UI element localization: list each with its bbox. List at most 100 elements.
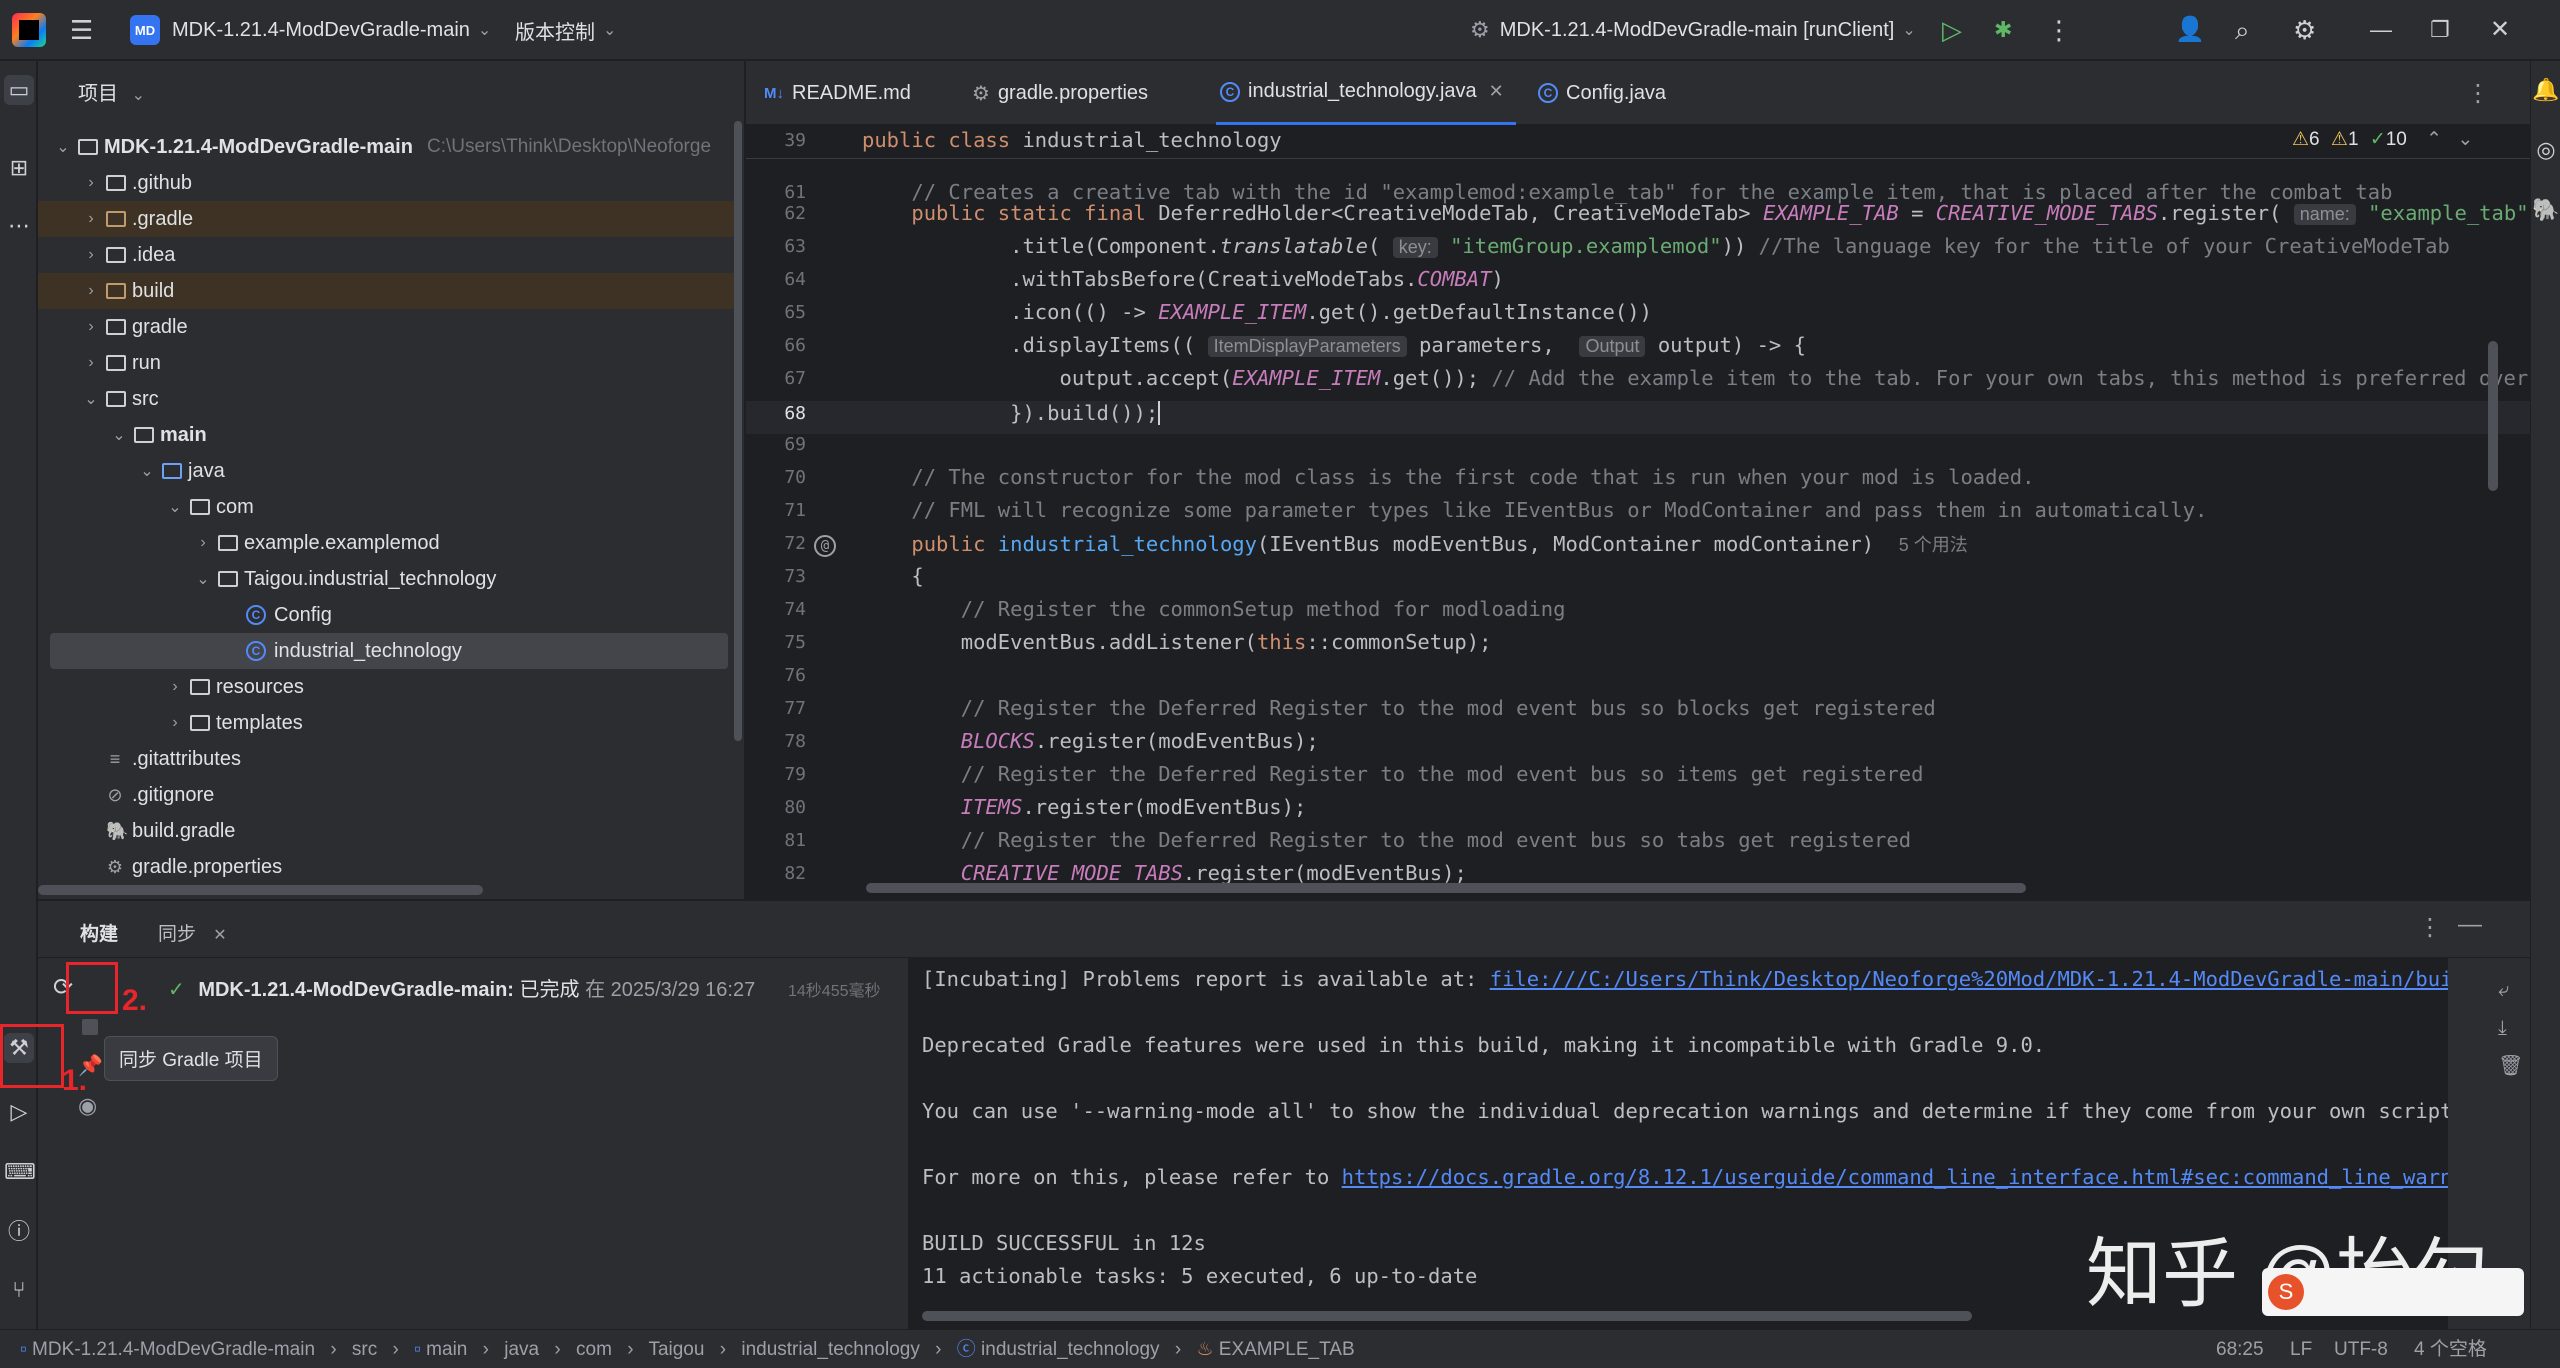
tree-item[interactable]: ⌄ java: [38, 453, 738, 489]
tree-item[interactable]: ⌄ main: [38, 417, 738, 453]
breadcrumb-item[interactable]: com: [576, 1339, 612, 1360]
tab-gradle-properties[interactable]: ⚙ gradle.properties: [972, 61, 1148, 125]
indent-setting[interactable]: 4 个空格: [2414, 1330, 2487, 1368]
tree-item[interactable]: › .gradle: [38, 201, 738, 237]
tree-item[interactable]: › .idea: [38, 237, 738, 273]
tree-item[interactable]: › resources: [38, 669, 738, 705]
line-number: 74: [784, 599, 806, 620]
run-config-selector[interactable]: ⚙ MDK-1.21.4-ModDevGradle-main [runClien…: [1470, 0, 1916, 60]
soft-wrap-icon[interactable]: ⤶: [2498, 979, 2509, 1002]
tab-sync[interactable]: 同步 ✕: [158, 919, 227, 946]
tab-build[interactable]: 构建: [80, 919, 118, 946]
run-icon[interactable]: ▷: [1942, 0, 1978, 60]
file-encoding[interactable]: UTF-8: [2334, 1330, 2388, 1368]
ai-assistant-icon[interactable]: ◎: [2531, 135, 2560, 165]
tree-item[interactable]: ≡ .gitattributes: [38, 741, 738, 777]
vcs-menu[interactable]: 版本控制 ⌄: [515, 0, 616, 60]
tree-item[interactable]: 🐘 build.gradle: [38, 813, 738, 849]
tree-item[interactable]: › gradle: [38, 309, 738, 345]
console-line: 11 actionable tasks: 5 executed, 6 up-to…: [922, 1264, 1478, 1288]
tree-item[interactable]: › templates: [38, 705, 738, 741]
tab-readme[interactable]: M↓ README.md: [764, 61, 911, 125]
git-icon[interactable]: ⑂: [4, 1275, 34, 1305]
horizontal-scrollbar[interactable]: [922, 1311, 1972, 1321]
usages-hint[interactable]: 5 个用法: [1899, 535, 1968, 555]
app-logo[interactable]: [12, 0, 46, 60]
breadcrumb-item[interactable]: MDK-1.21.4-ModDevGradle-main: [32, 1339, 315, 1360]
breadcrumb-item[interactable]: java: [504, 1339, 539, 1360]
notifications-bell-icon[interactable]: 🔔: [2531, 75, 2560, 105]
chevron-up-icon[interactable]: ⌃: [2426, 129, 2442, 150]
breadcrumb-item[interactable]: Taigou: [648, 1339, 704, 1360]
ime-toolbar[interactable]: S: [2262, 1268, 2524, 1316]
tree-item[interactable]: › build: [38, 273, 738, 309]
more-tools-icon[interactable]: ⋯: [4, 211, 34, 241]
tree-item-selected[interactable]: C industrial_technology: [50, 633, 728, 669]
project-switcher[interactable]: MD MDK-1.21.4-ModDevGradle-main ⌄: [130, 0, 491, 60]
inspection-widget[interactable]: ⚠6 ⚠1 ✓10 ⌃ ⌄: [2292, 128, 2473, 151]
chevron-down-icon[interactable]: ⌄: [2457, 129, 2473, 150]
line-number: 39: [784, 130, 806, 151]
breadcrumb-item[interactable]: main: [426, 1339, 467, 1360]
tree-item[interactable]: C Config: [38, 597, 738, 633]
horizontal-scrollbar[interactable]: [866, 883, 2026, 893]
clear-trash-icon[interactable]: 🗑: [2498, 1053, 2523, 1078]
add-user-icon[interactable]: 👤: [2175, 0, 2215, 60]
vertical-scrollbar[interactable]: [734, 121, 742, 741]
problems-icon[interactable]: ⓘ: [4, 1217, 34, 1247]
run-services-icon[interactable]: ▷: [4, 1097, 34, 1127]
task-title: MDK-1.21.4-ModDevGradle-main:: [198, 979, 514, 1001]
hide-panel-icon[interactable]: —: [2458, 911, 2482, 939]
structure-icon[interactable]: ⊞: [4, 153, 34, 183]
tab-close-icon[interactable]: ✕: [1489, 81, 1504, 102]
tree-item[interactable]: › example.examplemod: [38, 525, 738, 561]
tree-item[interactable]: ⚙ gradle.properties: [38, 849, 738, 885]
minimize-icon[interactable]: —: [2370, 0, 2410, 60]
code-editor[interactable]: 39 public class industrial_technology ⚠6…: [746, 125, 2530, 899]
main-menu-icon[interactable]: ☰: [70, 0, 110, 60]
scroll-to-end-icon[interactable]: ⤓: [2498, 1017, 2507, 1040]
breadcrumb-item[interactable]: src: [352, 1339, 377, 1360]
tree-item[interactable]: › run: [38, 345, 738, 381]
search-icon[interactable]: ⌕: [2235, 0, 2275, 60]
terminal-icon[interactable]: ⌨: [4, 1157, 36, 1187]
breadcrumb-item[interactable]: industrial_technology: [741, 1339, 920, 1360]
param-hint: Output: [1579, 336, 1646, 357]
tab-config[interactable]: C Config.java: [1534, 61, 1666, 125]
options-icon[interactable]: ⋮: [2418, 913, 2442, 942]
tab-industrial-technology[interactable]: C industrial_technology.java ✕: [1216, 61, 1516, 125]
more-actions-icon[interactable]: ⋮: [2046, 0, 2076, 60]
settings-icon[interactable]: ⚙: [2293, 0, 2333, 60]
task-time: 在 2025/3/29 16:27: [585, 979, 756, 1001]
tree-root[interactable]: ⌄ MDK-1.21.4-ModDevGradle-main C:\Users\…: [38, 129, 738, 165]
breadcrumb-item[interactable]: EXAMPLE_TAB: [1219, 1339, 1355, 1360]
project-folder-icon[interactable]: ▭: [4, 75, 34, 105]
line-separator[interactable]: LF: [2290, 1330, 2312, 1368]
console-link[interactable]: file:///C:/Users/Think/Desktop/Neoforge%…: [1490, 967, 2448, 991]
caret-position[interactable]: 68:25: [2216, 1330, 2264, 1368]
breadcrumb-item[interactable]: industrial_technology: [981, 1339, 1160, 1360]
tree-item[interactable]: ⌄ com: [38, 489, 738, 525]
chevron-down-icon: ⌄: [168, 499, 182, 516]
annotation-gutter-icon[interactable]: @: [814, 535, 836, 557]
close-icon[interactable]: ✕: [213, 927, 226, 944]
vcs-label: 版本控制: [515, 21, 595, 44]
vertical-scrollbar[interactable]: [2488, 341, 2498, 491]
close-icon[interactable]: ✕: [2490, 0, 2530, 60]
tree-item-label: example.examplemod: [244, 531, 440, 554]
debug-icon[interactable]: ✱: [1994, 0, 2030, 60]
tab-options-icon[interactable]: ⋮: [2466, 61, 2490, 125]
stop-icon[interactable]: [82, 1019, 98, 1035]
tree-item[interactable]: ⌄ Taigou.industrial_technology: [38, 561, 738, 597]
tree-item[interactable]: › .github: [38, 165, 738, 201]
horizontal-scrollbar[interactable]: [38, 885, 483, 895]
tree-item[interactable]: ⌄ src: [38, 381, 738, 417]
project-panel-header[interactable]: 项目 ⌄: [78, 77, 145, 106]
chevron-right-icon: ›: [935, 1339, 942, 1360]
build-task-row[interactable]: ✓ MDK-1.21.4-ModDevGradle-main: 已完成 在 20…: [168, 973, 755, 1002]
tree-item[interactable]: ⊘ .gitignore: [38, 777, 738, 813]
restore-icon[interactable]: ❐: [2430, 0, 2470, 60]
tree-item-label: Taigou.industrial_technology: [244, 567, 497, 590]
gradle-elephant-icon[interactable]: 🐘: [2531, 195, 2560, 225]
console-link[interactable]: https://docs.gradle.org/8.12.1/userguide…: [1342, 1165, 2448, 1189]
